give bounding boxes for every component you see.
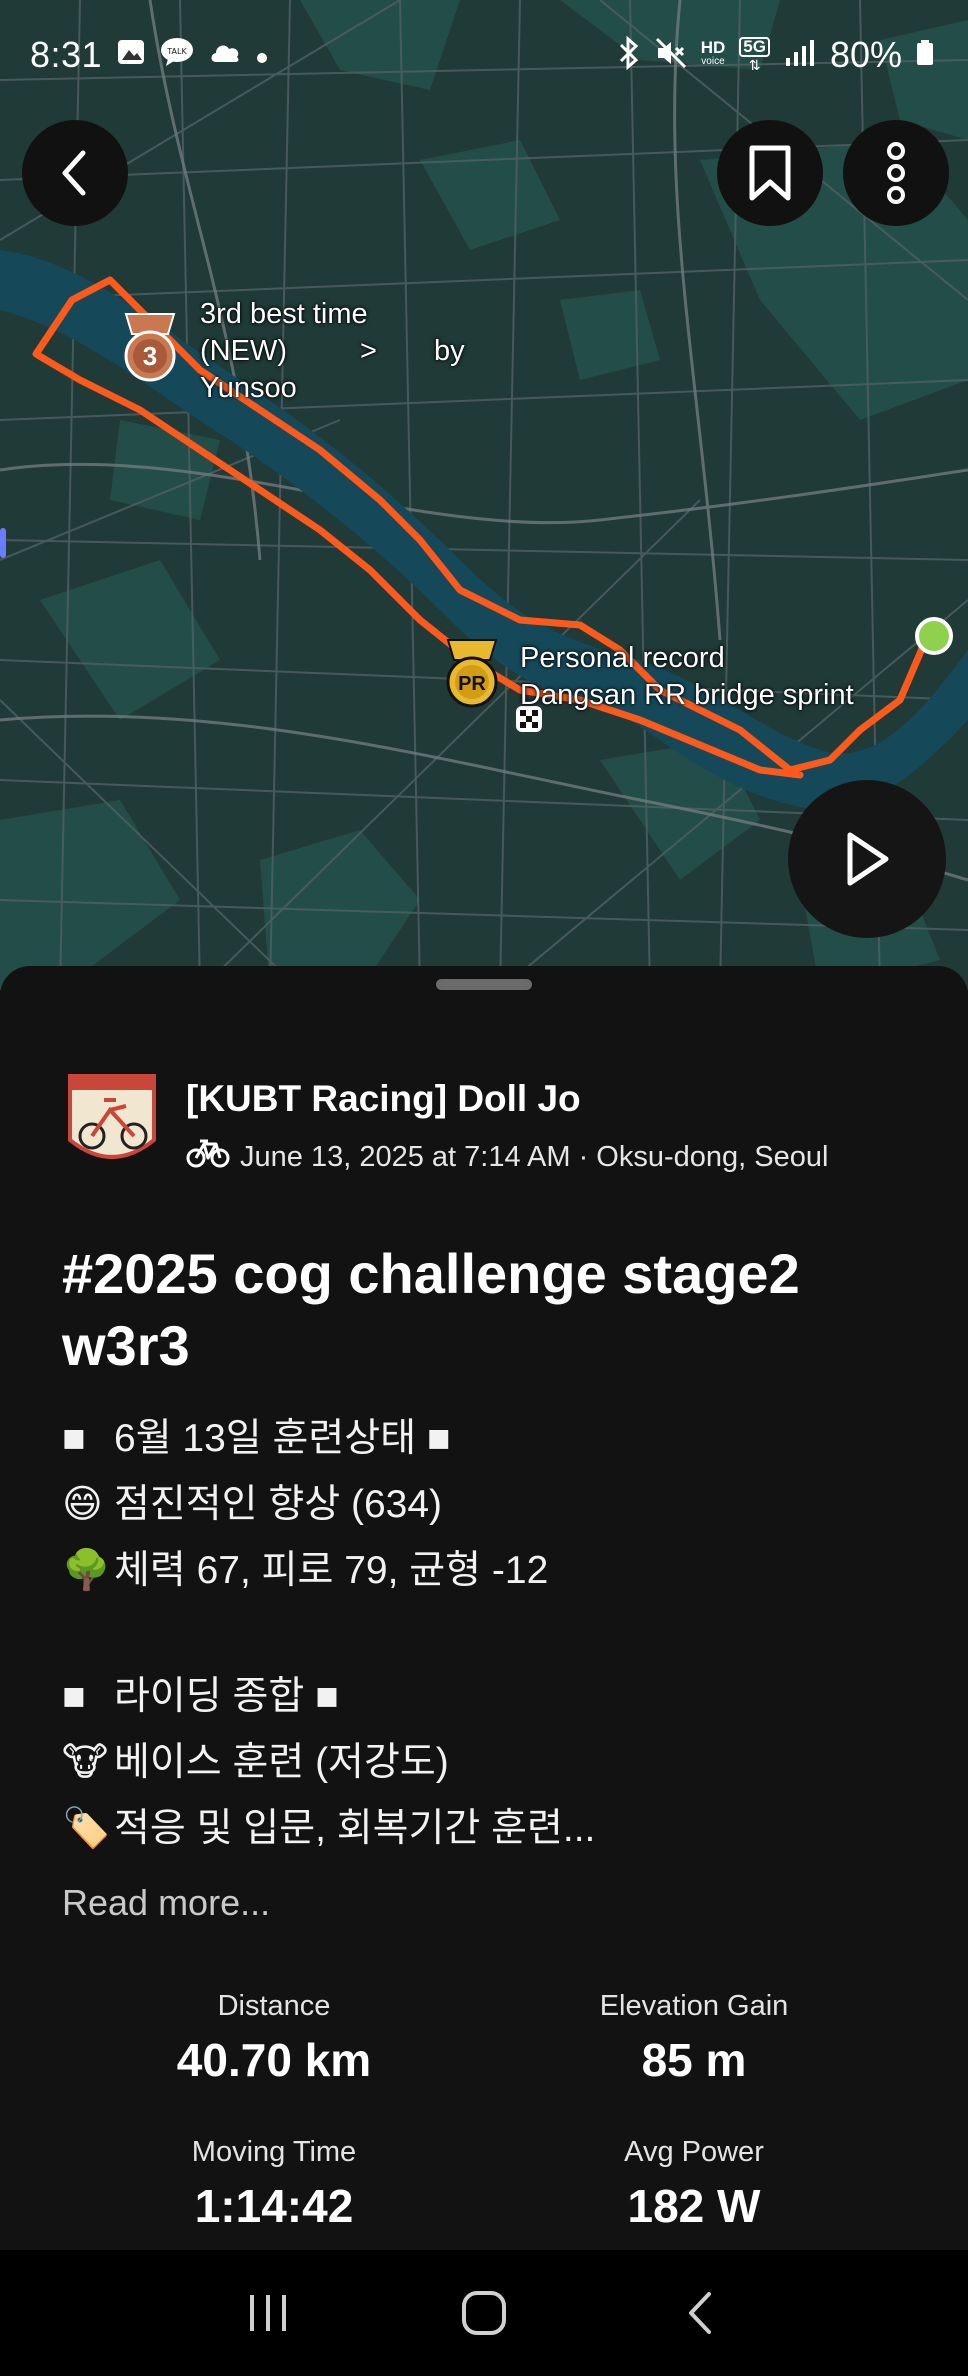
description-text: 적응 및 입문, 회복기간 훈련... — [114, 1807, 596, 1850]
athlete-name[interactable]: [KUBT Racing] Doll Jo — [186, 1078, 828, 1120]
stat-moving-time: Moving Time 1:14:42 — [64, 2136, 484, 2233]
cloud-icon — [208, 40, 242, 71]
stat-label: Moving Time — [191, 2136, 357, 2168]
activity-date-location: June 13, 2025 at 7:14 AM · Oksu-dong, Se… — [240, 1140, 829, 1173]
chevron-left-icon — [62, 150, 86, 196]
gallery-icon — [116, 38, 146, 73]
home-button[interactable] — [449, 2278, 519, 2348]
description-line: 🏷️적응 및 입문, 회복기간 훈련... — [62, 1796, 922, 1862]
activity-meta: June 13, 2025 at 7:14 AM · Oksu-dong, Se… — [186, 1138, 828, 1176]
description-line: 😄 점진적인 향상 (634) — [62, 1472, 922, 1538]
activity-title: #2025 cog challenge stage2 w3r3 — [62, 1242, 800, 1377]
hd-label: HD — [700, 38, 726, 57]
more-vertical-icon — [887, 142, 905, 204]
status-time: 8:31 — [30, 34, 103, 75]
stat-label: Elevation Gain — [599, 1990, 789, 2022]
best-time-arrow: > — [360, 335, 377, 367]
bike-icon — [186, 1138, 230, 1176]
recent-apps-button[interactable] — [233, 2278, 303, 2348]
description-line: ■ 라이딩 종합 ■ — [62, 1664, 922, 1730]
square-bullet-icon: ■ — [62, 1675, 86, 1718]
square-bullet-icon: ■ — [62, 1417, 86, 1460]
stat-value: 182 W — [627, 2180, 761, 2232]
recent-apps-icon — [250, 2295, 286, 2331]
bookmark-button[interactable] — [717, 120, 823, 226]
back-button[interactable] — [22, 120, 128, 226]
pr-medal-icon[interactable]: PR — [440, 638, 504, 713]
best-time-medal-number: 3 — [143, 341, 157, 371]
bluetooth-icon — [617, 35, 641, 75]
read-more-link[interactable]: Read more... — [62, 1882, 270, 1924]
play-icon — [847, 832, 889, 886]
description-line: ■ 6월 13일 훈련상태 ■ — [62, 1406, 922, 1472]
5g-label: 5G — [739, 37, 770, 57]
description-text: 점진적인 향상 (634) — [114, 1483, 442, 1526]
stat-avg-power: Avg Power 182 W — [484, 2136, 904, 2233]
signal-icon — [784, 38, 816, 73]
status-bar: 8:31 TALK HD voice 5G ⇅ 80% — [0, 0, 968, 110]
bookmark-icon — [749, 145, 791, 201]
pr-segment-name: Dangsan RR bridge sprint — [520, 679, 854, 711]
description-text: 라이딩 종합 ■ — [114, 1675, 339, 1718]
svg-text:TALK: TALK — [166, 47, 187, 56]
best-time-new: (NEW) — [200, 335, 287, 367]
back-arrow-icon — [689, 2292, 711, 2334]
route-map[interactable]: 8:31 TALK HD voice 5G ⇅ 80% 3 3rd best t… — [0, 0, 968, 990]
description-line: 🌳체력 67, 피로 79, 균형 -12 — [62, 1538, 922, 1604]
play-flyby-button[interactable] — [788, 780, 946, 938]
club-logo-icon[interactable] — [64, 1070, 160, 1174]
tag-emoji-icon: 🏷️ — [62, 1807, 111, 1850]
pr-title: Personal record — [520, 642, 725, 674]
activity-sheet: [KUBT Racing] Doll Jo June 13, 2025 at 7… — [0, 966, 968, 2250]
system-back-button[interactable] — [665, 2278, 735, 2348]
tree-emoji-icon: 🌳 — [62, 1549, 111, 1592]
description-text: 체력 67, 피로 79, 균형 -12 — [114, 1549, 549, 1592]
pr-label[interactable]: Personal record Dangsan RR bridge sprint — [520, 640, 854, 714]
battery-level: 80% — [829, 34, 902, 75]
best-time-athlete: Yunsoo — [200, 372, 297, 404]
hd-voice-icon: HD voice — [700, 38, 726, 67]
pr-medal-text: PR — [458, 673, 486, 695]
description-text: 베이스 훈련 (저강도) — [114, 1741, 449, 1784]
activity-description: ■ 6월 13일 훈련상태 ■ 😄 점진적인 향상 (634) 🌳체력 67, 피로… — [62, 1406, 922, 1862]
stat-value: 85 m — [641, 2034, 747, 2086]
map-edge-marker — [0, 528, 6, 558]
sheet-drag-handle[interactable] — [436, 979, 532, 990]
stat-distance: Distance 40.70 km — [64, 1990, 484, 2087]
best-time-line1: 3rd best time — [200, 298, 368, 330]
bronze-medal-icon[interactable]: 3 — [118, 312, 182, 387]
smile-emoji-icon: 😄 — [62, 1483, 103, 1526]
description-line: 🐮 베이스 훈련 (저강도) — [62, 1730, 922, 1796]
home-icon — [462, 2291, 506, 2335]
5g-icon: 5G ⇅ — [739, 37, 770, 73]
dot-icon — [256, 40, 268, 71]
system-navigation-bar — [0, 2250, 968, 2376]
stat-elevation-gain: Elevation Gain 85 m — [484, 1990, 904, 2087]
more-options-button[interactable] — [843, 120, 949, 226]
mute-icon — [655, 37, 687, 74]
cow-emoji-icon: 🐮 — [62, 1741, 109, 1784]
talk-icon: TALK — [160, 37, 194, 74]
description-blank-line — [62, 1604, 922, 1664]
stat-value: 40.70 km — [176, 2034, 372, 2086]
athlete-header[interactable]: [KUBT Racing] Doll Jo June 13, 2025 at 7… — [64, 1070, 828, 1176]
start-point-icon — [915, 617, 953, 655]
description-text: 6월 13일 훈련상태 ■ — [114, 1417, 451, 1460]
stat-value: 1:14:42 — [194, 2180, 354, 2232]
stat-label: Distance — [217, 1990, 331, 2022]
best-time-by: by — [434, 335, 465, 367]
battery-icon — [916, 39, 934, 71]
best-time-label[interactable]: 3rd best time (NEW) > by Yunsoo — [200, 296, 465, 407]
stat-label: Avg Power — [624, 2136, 764, 2168]
